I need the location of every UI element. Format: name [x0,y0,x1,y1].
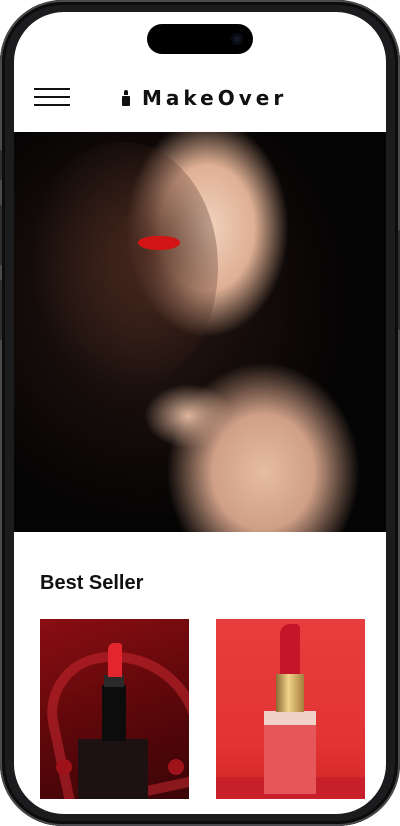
screen: MakeOver Best Seller [14,12,386,814]
hero-hair-shape [28,142,218,392]
menu-line [34,96,70,98]
hero-image [14,132,386,532]
mute-switch [0,150,2,180]
brand-logo[interactable]: MakeOver [122,84,287,112]
phone-frame: MakeOver Best Seller [0,0,400,826]
volume-down-button [0,280,2,340]
product-card-black-lipstick[interactable] [40,619,189,799]
volume-up-button [0,205,2,265]
app-header: MakeOver [14,74,386,124]
lipstick-bullet [280,624,300,674]
product-card-red-lipstick[interactable] [216,619,365,799]
menu-line [34,104,70,106]
hero-red-lips [138,236,180,250]
brand-name: MakeOver [142,86,288,110]
lipstick-bullet [108,643,122,677]
lipstick-base [264,722,316,794]
decor-ball [168,759,184,775]
lipstick-base-top [264,711,316,725]
hamburger-menu-icon[interactable] [34,86,70,110]
best-seller-title: Best Seller [40,572,144,594]
lipstick-icon [122,90,130,106]
decor-ball [56,759,72,775]
lipstick-gold-band [276,674,304,712]
pedestal [78,739,148,799]
camera-icon [231,33,243,45]
dynamic-island [147,24,253,54]
lipstick-case [102,685,126,741]
menu-line [34,88,70,90]
